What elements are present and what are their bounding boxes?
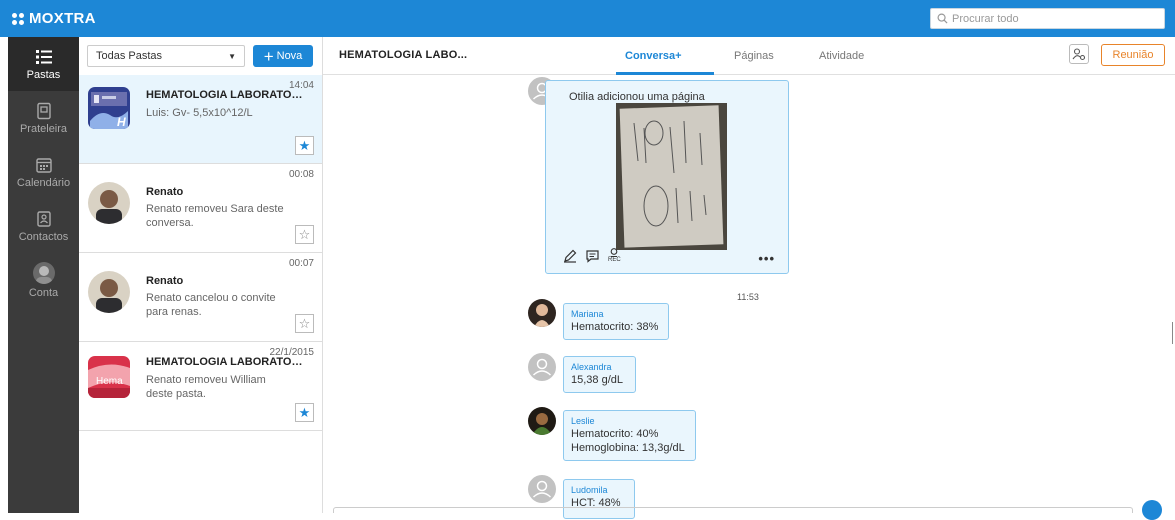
folder-filter-select[interactable]: Todas Pastas ▼ [87, 45, 245, 67]
new-button[interactable]: + Nova [253, 45, 313, 67]
list-item[interactable]: 00:08 Renato Renato removeu Sara deste c… [79, 164, 322, 253]
card-actions: REC [563, 248, 621, 264]
contacts-icon [36, 210, 51, 227]
sender-name: Leslie [571, 416, 595, 426]
conversation-list: Todas Pastas ▼ + Nova 14:04 H HEMATOLOGI… [79, 37, 323, 513]
conversation-pane: HEMATOLOGIA LABO... Conversa+ Páginas At… [323, 37, 1175, 519]
logo-mark-icon [12, 12, 24, 25]
page-thumbnail[interactable] [616, 103, 727, 250]
item-time: 00:08 [288, 169, 314, 180]
star-icon[interactable]: ☆ [295, 314, 314, 333]
page-added-card[interactable]: Otilia adicionou uma página REC ••• [545, 80, 789, 274]
conversation-header: HEMATOLOGIA LABO... Conversa+ Páginas At… [323, 37, 1175, 75]
shelf-icon [36, 102, 51, 119]
nav-prateleira[interactable]: Prateleira [8, 91, 79, 145]
avatar [528, 475, 556, 503]
search-icon [937, 13, 948, 24]
item-title: HEMATOLOGIA LABORATORI... [146, 89, 306, 101]
folder-thumbnail-text: Hema [96, 376, 123, 387]
record-icon [610, 248, 618, 257]
meeting-button[interactable]: Reunião [1101, 44, 1165, 66]
member-settings-button[interactable] [1069, 44, 1089, 64]
sender-name: Mariana [571, 309, 604, 319]
new-button-label: Nova [276, 50, 303, 62]
message-timestamp: 11:53 [737, 292, 759, 302]
member-settings-icon [1072, 48, 1086, 61]
search-input[interactable] [952, 12, 1152, 25]
nav-calendario[interactable]: Calendário [8, 145, 79, 199]
item-time: 00:07 [288, 258, 314, 269]
send-button[interactable] [1142, 500, 1162, 520]
folder-filter-value: Todas Pastas [96, 50, 163, 62]
chat-bubble: Leslie Hematocrito: 40% Hemoglobina: 13,… [563, 410, 696, 461]
folder-thumbnail-text: H [117, 115, 126, 129]
nav-conta-label: Conta [28, 286, 59, 299]
nav-conta[interactable]: Conta [8, 253, 79, 307]
search-box[interactable] [930, 8, 1165, 29]
nav-contactos-label: Contactos [18, 230, 69, 243]
left-nav: Pastas Prateleira Calendário Contactos C… [8, 37, 79, 513]
card-text: Otilia adicionou uma página [569, 91, 705, 103]
item-subtitle: Renato removeu William deste pasta. [146, 374, 266, 400]
avatar [88, 271, 130, 313]
message-text: Hematocrito: 38% [571, 321, 659, 333]
list-item[interactable]: 14:04 H HEMATOLOGIA LABORATORI... Luis: … [79, 75, 322, 164]
more-options-icon[interactable]: ••• [758, 251, 775, 266]
account-avatar [32, 261, 55, 284]
avatar [528, 353, 556, 381]
nav-prateleira-label: Prateleira [19, 122, 68, 135]
message-composer[interactable] [333, 507, 1133, 513]
avatar [528, 299, 556, 327]
scroll-handle[interactable] [1172, 322, 1173, 344]
message-text: 15,38 g/dL [571, 374, 623, 386]
star-icon[interactable]: ☆ [295, 225, 314, 244]
list-item[interactable]: 22/1/2015 Hema HEMATOLOGIA LABORATORI...… [79, 342, 322, 431]
star-icon[interactable]: ★ [295, 403, 314, 422]
rec-button[interactable]: REC [608, 248, 621, 264]
chevron-down-icon: ▼ [228, 51, 236, 61]
item-title: Renato [146, 275, 184, 287]
tab-paginas[interactable]: Páginas [734, 50, 774, 62]
tab-conversa[interactable]: Conversa+ [625, 50, 682, 62]
nav-contactos[interactable]: Contactos [8, 199, 79, 253]
calendar-icon [35, 157, 52, 173]
item-subtitle: Renato cancelou o convite para renas. [146, 292, 276, 318]
sender-name: Alexandra [571, 362, 612, 372]
item-title: HEMATOLOGIA LABORATORI... [146, 356, 306, 368]
top-bar: MOXTRA [0, 0, 1175, 37]
item-title: Renato [146, 186, 184, 198]
logo-text: MOXTRA [29, 10, 96, 27]
folder-thumbnail: Hema [88, 356, 130, 398]
list-item[interactable]: 00:07 Renato Renato cancelou o convite p… [79, 253, 322, 342]
avatar [528, 407, 556, 435]
list-icon [35, 49, 52, 64]
item-subtitle: Renato removeu Sara deste conversa. [146, 203, 284, 229]
chat-bubble: Mariana Hematocrito: 38% [563, 303, 669, 340]
star-icon[interactable]: ★ [295, 136, 314, 155]
annotate-icon[interactable] [563, 249, 577, 263]
sender-name: Ludomila [571, 485, 608, 495]
rec-label: REC [608, 257, 621, 263]
moxtra-logo[interactable]: MOXTRA [12, 10, 96, 27]
page-title: HEMATOLOGIA LABO... [339, 49, 468, 61]
list-header: Todas Pastas ▼ + Nova [79, 37, 322, 75]
meeting-button-label: Reunião [1112, 49, 1154, 61]
chat-bubble: Ludomila HCT: 48% [563, 479, 635, 519]
message-text: Hemoglobina: 13,3g/dL [571, 442, 685, 454]
comment-icon[interactable] [585, 249, 600, 263]
active-tab-indicator [616, 72, 714, 75]
chat-bubble: Alexandra 15,38 g/dL [563, 356, 636, 393]
nav-pastas-label: Pastas [26, 68, 61, 81]
folder-thumbnail: H [88, 87, 130, 129]
item-subtitle: Luis: Gv- 5,5x10^12/L [146, 107, 253, 119]
plus-icon: + [263, 46, 274, 66]
message-text: Hematocrito: 40% [571, 428, 659, 440]
tab-atividade[interactable]: Atividade [819, 50, 864, 62]
nav-pastas[interactable]: Pastas [8, 37, 79, 91]
nav-calendario-label: Calendário [16, 176, 71, 189]
avatar [88, 182, 130, 224]
